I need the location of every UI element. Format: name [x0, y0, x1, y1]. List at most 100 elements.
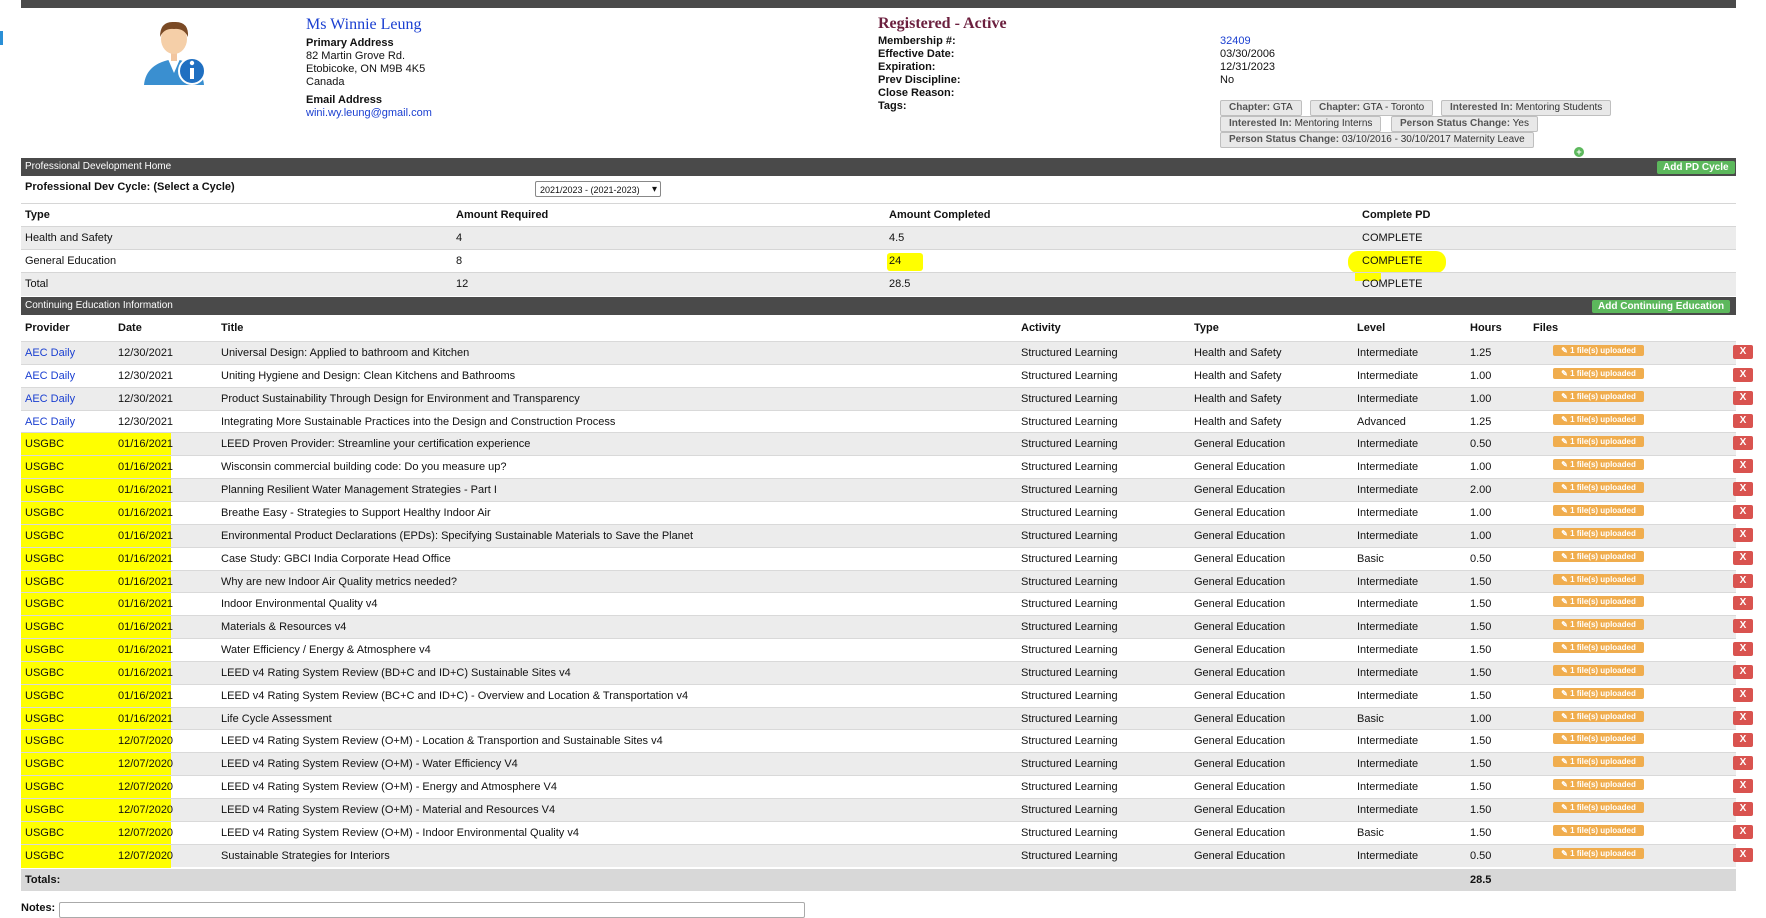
- ce-date: 01/16/2021: [118, 438, 174, 451]
- ce-hours: 1.50: [1470, 804, 1492, 816]
- ce-activity: Structured Learning: [1021, 644, 1118, 657]
- pd-row: Total 12 28.5 COMPLETE: [21, 272, 1736, 296]
- pd-header-row: Type Amount Required Amount Completed Co…: [21, 203, 1736, 227]
- file-uploaded-badge[interactable]: ✎ 1 file(s) uploaded: [1553, 642, 1644, 654]
- tag-key: Interested In:: [1229, 118, 1292, 129]
- membership-number-link[interactable]: 32409: [1220, 35, 1251, 47]
- pd-required: 4: [456, 232, 463, 244]
- delete-entry-button[interactable]: X: [1733, 779, 1753, 794]
- file-uploaded-badge[interactable]: ✎ 1 file(s) uploaded: [1553, 390, 1644, 402]
- delete-entry-button[interactable]: X: [1733, 733, 1753, 748]
- email-link[interactable]: wini.wy.leung@gmail.com: [306, 107, 432, 119]
- delete-entry-button[interactable]: X: [1733, 345, 1753, 359]
- tag-chapter-toronto[interactable]: Chapter: GTA - Toronto: [1310, 100, 1434, 116]
- file-uploaded-badge[interactable]: ✎ 1 file(s) uploaded: [1553, 619, 1644, 631]
- file-uploaded-badge[interactable]: ✎ 1 file(s) uploaded: [1553, 504, 1644, 516]
- delete-entry-button[interactable]: X: [1733, 824, 1753, 839]
- add-tag-plus-icon[interactable]: +: [1574, 147, 1584, 157]
- delete-entry-button[interactable]: X: [1733, 482, 1753, 497]
- ce-provider[interactable]: AEC Daily: [25, 416, 75, 428]
- add-pd-cycle-button[interactable]: Add PD Cycle: [1657, 161, 1735, 174]
- ce-header-level: Level: [1357, 322, 1386, 334]
- delete-entry-button[interactable]: X: [1733, 619, 1753, 634]
- file-uploaded-badge[interactable]: ✎ 1 file(s) uploaded: [1553, 779, 1644, 791]
- tag-status-change-yes[interactable]: Person Status Change: Yes: [1391, 116, 1538, 132]
- ce-level: Intermediate: [1357, 666, 1419, 679]
- file-uploaded-badge[interactable]: ✎ 1 file(s) uploaded: [1553, 459, 1644, 471]
- file-uploaded-badge[interactable]: ✎ 1 file(s) uploaded: [1553, 664, 1644, 676]
- ce-hours: 1.50: [1470, 758, 1492, 771]
- file-uploaded-badge[interactable]: ✎ 1 file(s) uploaded: [1553, 527, 1644, 539]
- member-name[interactable]: Ms Winnie Leung: [306, 16, 422, 34]
- delete-entry-button[interactable]: X: [1733, 596, 1753, 611]
- ce-activity: Structured Learning: [1021, 735, 1118, 748]
- file-uploaded-badge[interactable]: ✎ 1 file(s) uploaded: [1553, 367, 1644, 379]
- delete-entry-button[interactable]: X: [1733, 756, 1753, 771]
- delete-entry-button[interactable]: X: [1733, 642, 1753, 657]
- ce-provider[interactable]: AEC Daily: [25, 347, 75, 359]
- ce-activity: Structured Learning: [1021, 415, 1118, 428]
- delete-entry-button[interactable]: X: [1733, 802, 1753, 816]
- ce-activity: Structured Learning: [1021, 758, 1118, 771]
- ce-row: USGBC 01/16/2021 Water Efficiency / Energy…: [21, 638, 1753, 663]
- delete-entry-button[interactable]: X: [1733, 367, 1753, 382]
- tag-value: Yes: [1512, 118, 1529, 129]
- totals-label: Totals:: [25, 874, 61, 886]
- file-uploaded-badge[interactable]: ✎ 1 file(s) uploaded: [1553, 550, 1644, 562]
- file-uploaded-badge[interactable]: ✎ 1 file(s) uploaded: [1553, 733, 1644, 745]
- tag-value: 03/10/2016 - 30/10/2017 Maternity Leave: [1341, 134, 1525, 145]
- ce-provider: USGBC: [25, 484, 65, 497]
- ce-title: Breathe Easy - Strategies to Support Hea…: [221, 506, 491, 519]
- notes-input[interactable]: [59, 902, 805, 918]
- delete-entry-button[interactable]: X: [1733, 687, 1753, 702]
- tag-interested-interns[interactable]: Interested In: Mentoring Interns: [1220, 116, 1382, 132]
- ce-level: Basic: [1357, 826, 1384, 839]
- file-uploaded-badge[interactable]: ✎ 1 file(s) uploaded: [1553, 345, 1644, 356]
- delete-entry-button[interactable]: X: [1733, 550, 1753, 565]
- tag-interested-students[interactable]: Interested In: Mentoring Students: [1441, 100, 1612, 116]
- ce-provider: USGBC: [25, 689, 65, 702]
- file-uploaded-badge[interactable]: ✎ 1 file(s) uploaded: [1553, 413, 1644, 425]
- ce-provider: USGBC: [25, 781, 65, 794]
- delete-entry-button[interactable]: X: [1733, 504, 1753, 519]
- ce-activity: Structured Learning: [1021, 849, 1118, 862]
- file-uploaded-badge[interactable]: ✎ 1 file(s) uploaded: [1553, 436, 1644, 448]
- ce-row: USGBC 01/16/2021 Wisconsin commercial buil…: [21, 455, 1753, 480]
- delete-entry-button[interactable]: X: [1733, 459, 1753, 474]
- ce-title: LEED v4 Rating System Review (O+M) - Ind…: [221, 826, 579, 839]
- file-uploaded-badge[interactable]: ✎ 1 file(s) uploaded: [1553, 573, 1644, 585]
- ce-header-row: Provider Date Title Activity Type Level …: [21, 317, 1736, 339]
- tag-chapter-gta[interactable]: Chapter: GTA: [1220, 100, 1302, 116]
- delete-entry-button[interactable]: X: [1733, 413, 1753, 428]
- tag-status-change-maternity[interactable]: Person Status Change: 03/10/2016 - 30/10…: [1220, 132, 1534, 148]
- ce-title: LEED v4 Rating System Review (BC+C and I…: [221, 689, 689, 702]
- pd-cycle-select[interactable]: 2021/2023 - (2021-2023) ▾: [535, 181, 661, 197]
- ce-hours: 1.50: [1470, 644, 1492, 657]
- delete-entry-button[interactable]: X: [1733, 847, 1753, 862]
- ce-provider[interactable]: AEC Daily: [25, 393, 75, 405]
- ce-level: Intermediate: [1357, 461, 1419, 474]
- file-uploaded-badge[interactable]: ✎ 1 file(s) uploaded: [1553, 482, 1644, 494]
- file-uploaded-badge[interactable]: ✎ 1 file(s) uploaded: [1553, 710, 1644, 722]
- ce-activity: Structured Learning: [1021, 484, 1118, 497]
- delete-entry-button[interactable]: X: [1733, 436, 1753, 451]
- delete-entry-button[interactable]: X: [1733, 390, 1753, 405]
- file-uploaded-badge[interactable]: ✎ 1 file(s) uploaded: [1553, 802, 1644, 813]
- ce-title: Indoor Environmental Quality v4: [221, 598, 378, 611]
- ce-type: General Education: [1194, 758, 1286, 771]
- file-uploaded-badge[interactable]: ✎ 1 file(s) uploaded: [1553, 756, 1644, 768]
- file-uploaded-badge[interactable]: ✎ 1 file(s) uploaded: [1553, 687, 1644, 699]
- file-uploaded-badge[interactable]: ✎ 1 file(s) uploaded: [1553, 596, 1644, 608]
- file-uploaded-badge[interactable]: ✎ 1 file(s) uploaded: [1553, 824, 1644, 836]
- delete-entry-button[interactable]: X: [1733, 573, 1753, 588]
- pd-cycle-label: Professional Dev Cycle: (Select a Cycle): [25, 181, 235, 193]
- delete-entry-button[interactable]: X: [1733, 710, 1753, 725]
- left-edge-tab[interactable]: [0, 31, 3, 45]
- ce-provider: USGBC: [25, 712, 65, 725]
- delete-entry-button[interactable]: X: [1733, 664, 1753, 679]
- ce-provider[interactable]: AEC Daily: [25, 370, 75, 382]
- file-uploaded-badge[interactable]: ✎ 1 file(s) uploaded: [1553, 847, 1644, 859]
- delete-entry-button[interactable]: X: [1733, 527, 1753, 542]
- ce-date: 01/16/2021: [118, 529, 174, 542]
- add-continuing-education-button[interactable]: Add Continuing Education: [1592, 300, 1731, 313]
